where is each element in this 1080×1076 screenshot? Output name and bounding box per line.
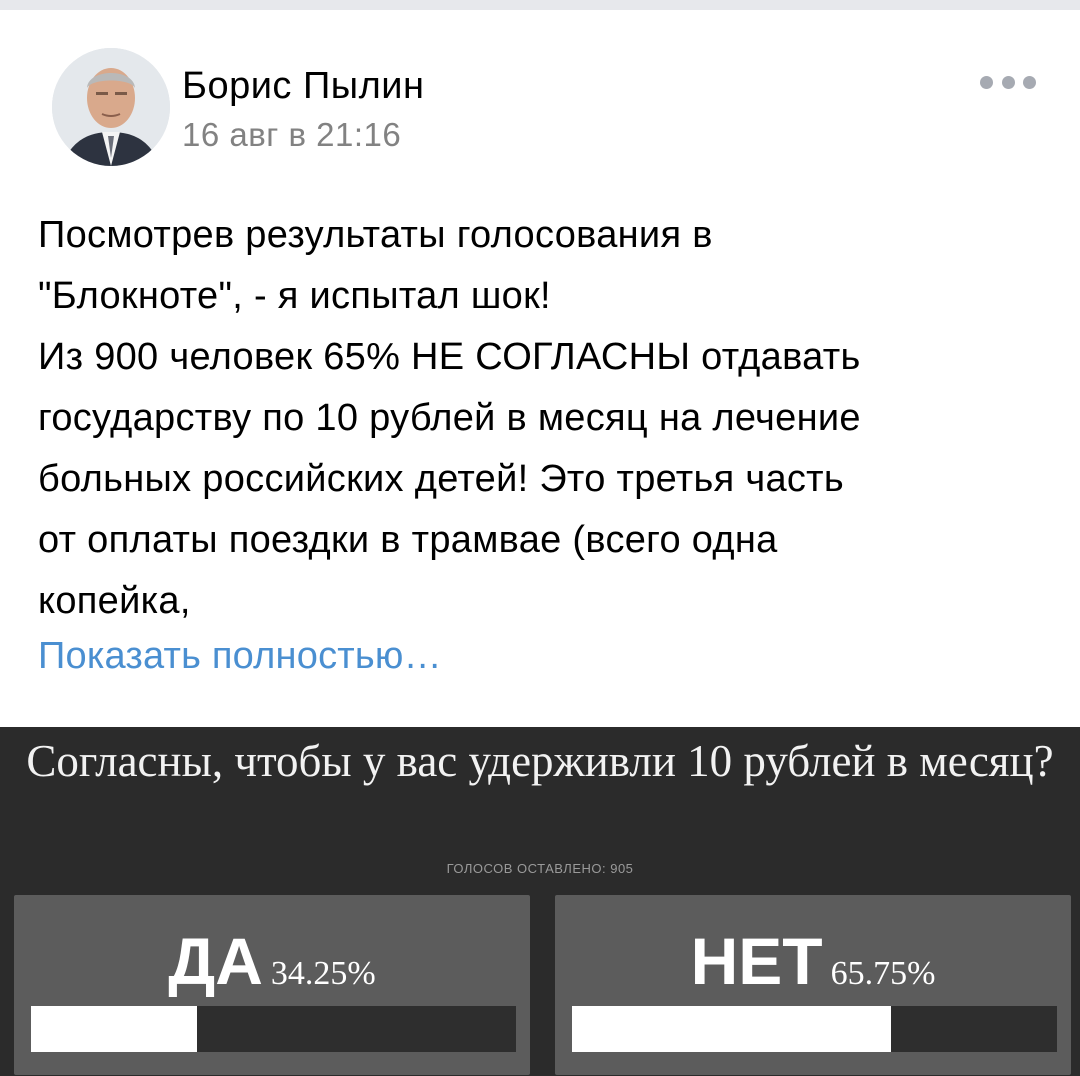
poll-option-percent: 34.25% <box>270 955 376 992</box>
post-date[interactable]: 16 авг в 21:16 <box>182 116 401 154</box>
author-avatar[interactable] <box>52 48 170 166</box>
poll-vote-count: ГОЛОСОВ ОСТАВЛЕНО: 905 <box>446 861 634 876</box>
poll-option-no[interactable]: НЕТ 65.75% <box>555 895 1071 1075</box>
poll-option-yes[interactable]: ДА 34.25% <box>14 895 530 1075</box>
dot-icon <box>1023 75 1036 89</box>
poll-option-label: ДА <box>168 924 263 998</box>
poll-option-label: НЕТ <box>690 924 823 998</box>
show-more-link[interactable]: Показать полностью… <box>38 635 442 678</box>
poll-progress-track <box>31 1006 516 1052</box>
post-text: Посмотрев результаты голосования в "Блок… <box>38 214 861 622</box>
post-header: Борис Пылин 16 авг в 21:16 <box>0 10 1080 190</box>
poll-image[interactable]: Согласны, чтобы у вас удерживли 10 рубле… <box>0 727 1080 1076</box>
poll-progress-fill <box>31 1006 198 1052</box>
top-separator <box>0 0 1080 10</box>
poll-progress-track <box>572 1006 1057 1052</box>
poll-progress-fill <box>572 1006 891 1052</box>
dot-icon <box>1001 75 1015 89</box>
poll-option-percent: 65.75% <box>830 955 936 992</box>
author-name[interactable]: Борис Пылин <box>182 65 425 108</box>
poll-question: Согласны, чтобы у вас удерживли 10 рубле… <box>26 736 1054 786</box>
more-options-button[interactable] <box>980 70 1036 94</box>
avatar-image <box>52 48 170 166</box>
dot-icon <box>980 75 993 89</box>
